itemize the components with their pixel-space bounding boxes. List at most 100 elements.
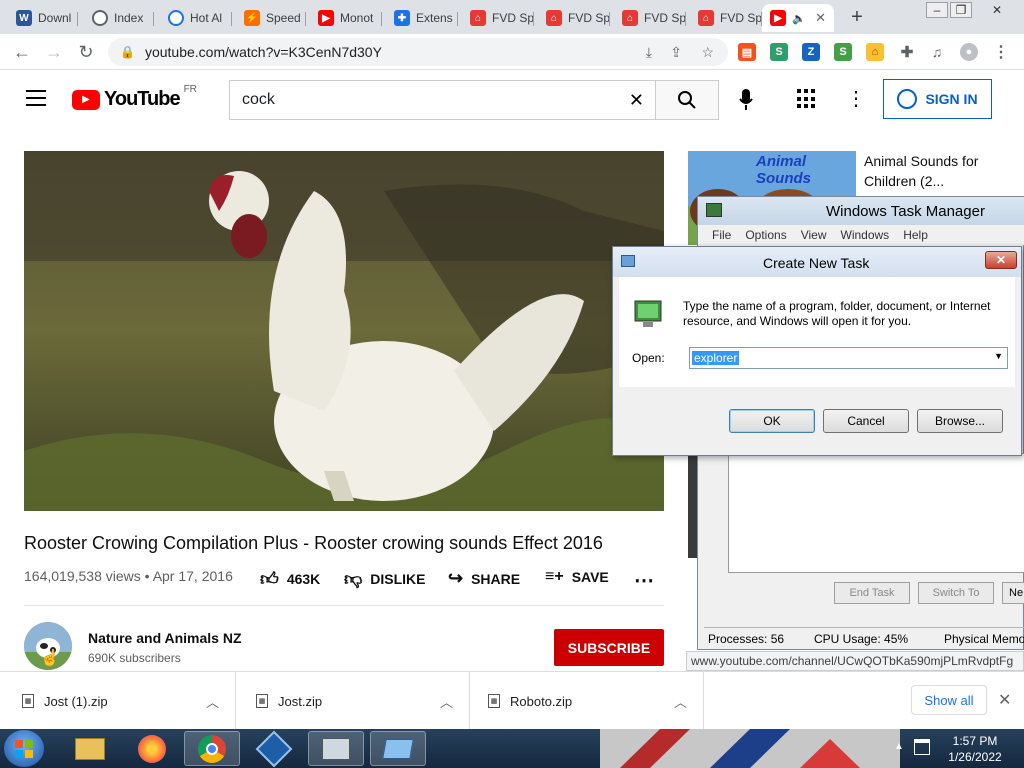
- share-button[interactable]: ↪ SHARE: [448, 568, 520, 589]
- dropdown-arrow-icon[interactable]: ▼: [994, 351, 1003, 361]
- taskbar-clock[interactable]: 1:57 PM 1/26/2022: [935, 733, 1015, 765]
- speaker-icon[interactable]: 🔈: [792, 12, 806, 25]
- dialog-close-icon[interactable]: ✕: [985, 251, 1017, 269]
- virtualbox-icon[interactable]: [246, 730, 302, 767]
- show-all-downloads-button[interactable]: Show all: [911, 685, 987, 715]
- ok-button[interactable]: OK: [729, 409, 815, 433]
- back-icon[interactable]: ←: [10, 40, 34, 64]
- youtube-logo[interactable]: ▶ YouTube FR: [72, 84, 197, 111]
- maximize-icon[interactable]: ❐: [950, 2, 972, 18]
- start-button[interactable]: [4, 730, 44, 767]
- more-options-icon[interactable]: ⋮: [846, 86, 866, 111]
- run-dialog-taskbar-icon[interactable]: [370, 731, 426, 766]
- dislike-button[interactable]: 👎︎ DISLIKE: [344, 568, 426, 590]
- minimize-icon[interactable]: –: [926, 2, 948, 18]
- tab-label: FVD Sp: [492, 11, 534, 25]
- show-hidden-icons-icon[interactable]: ▲: [894, 741, 904, 752]
- create-new-task-dialog: Create New Task ✕ Type the name of a pro…: [612, 246, 1022, 456]
- close-downloads-icon[interactable]: ✕: [998, 690, 1011, 710]
- channel-name[interactable]: Nature and Animals NZ: [88, 630, 242, 646]
- extension-icon[interactable]: Z: [802, 43, 820, 61]
- account-icon: [897, 89, 918, 109]
- clear-search-icon[interactable]: ✕: [629, 90, 644, 111]
- open-input-value[interactable]: explorer: [692, 351, 740, 365]
- chevron-up-icon[interactable]: ︿: [206, 692, 219, 711]
- extension-icon[interactable]: S: [834, 43, 852, 61]
- browser-tab[interactable]: ▶ Monot: [310, 4, 382, 32]
- extension-icon[interactable]: ▤: [738, 43, 756, 61]
- close-tab-icon[interactable]: ✕: [815, 10, 826, 26]
- menu-view[interactable]: View: [801, 228, 827, 242]
- browser-tab[interactable]: W Downl: [8, 4, 78, 32]
- profile-avatar-icon[interactable]: ●: [960, 43, 978, 61]
- save-button[interactable]: ≡+ SAVE: [545, 568, 609, 586]
- task-manager-titlebar[interactable]: Windows Task Manager: [698, 197, 1024, 225]
- extension-icon[interactable]: S: [770, 43, 788, 61]
- video-player[interactable]: [24, 151, 664, 511]
- browser-tab[interactable]: ⌂ FVD Sp: [614, 4, 686, 32]
- menu-options[interactable]: Options: [745, 228, 786, 242]
- chevron-up-icon[interactable]: ︿: [674, 692, 687, 711]
- video-title: Rooster Crowing Compilation Plus - Roost…: [24, 533, 603, 553]
- task-manager-title: Windows Task Manager: [826, 203, 985, 220]
- fvd-home-icon[interactable]: ⌂: [866, 43, 884, 61]
- chrome-icon[interactable]: [184, 731, 240, 766]
- search-button[interactable]: [655, 80, 719, 120]
- download-item[interactable]: ▦ Roboto.zip ︿: [470, 672, 704, 730]
- download-item[interactable]: ▦ Jost.zip ︿: [236, 672, 470, 730]
- tab-label: FVD Sp: [644, 11, 686, 25]
- end-task-button[interactable]: End Task: [834, 582, 910, 604]
- reload-icon[interactable]: ↻: [74, 40, 98, 64]
- switch-to-button[interactable]: Switch To: [918, 582, 994, 604]
- dialog-titlebar[interactable]: Create New Task ✕: [613, 247, 1021, 277]
- forward-icon[interactable]: →: [42, 40, 66, 64]
- open-combobox[interactable]: explorer ▼: [689, 347, 1008, 369]
- media-control-icon[interactable]: ♫: [928, 43, 946, 61]
- browser-tab[interactable]: ⌂ FVD Sp: [462, 4, 534, 32]
- network-icon[interactable]: [914, 739, 930, 755]
- hamburger-menu-icon[interactable]: [26, 90, 46, 106]
- file-explorer-icon[interactable]: [62, 731, 118, 766]
- bookmark-star-icon[interactable]: ☆: [701, 44, 714, 61]
- cancel-button[interactable]: Cancel: [823, 409, 909, 433]
- share-icon[interactable]: ⇪: [670, 44, 682, 61]
- browser-tab[interactable]: ⌂ FVD Sp: [538, 4, 610, 32]
- browser-tab[interactable]: Index: [84, 4, 154, 32]
- menu-file[interactable]: File: [712, 228, 731, 242]
- chevron-up-icon[interactable]: ︿: [440, 692, 453, 711]
- new-task-button[interactable]: Ne: [1002, 582, 1024, 604]
- tab-label: Downl: [38, 11, 72, 25]
- apps-grid-icon[interactable]: [797, 89, 817, 109]
- task-manager-taskbar-icon[interactable]: [308, 731, 364, 766]
- tab-label: FVD Sp: [568, 11, 610, 25]
- related-video-title[interactable]: Animal Sounds for Children (2...: [864, 151, 1004, 191]
- browser-tab[interactable]: ⌂ FVD Sp: [690, 4, 762, 32]
- close-window-icon[interactable]: ✕: [986, 2, 1008, 18]
- chrome-menu-icon[interactable]: ⋮: [992, 43, 1010, 61]
- browser-tab-active[interactable]: ▶ 🔈 ✕: [762, 4, 834, 32]
- download-filename: Roboto.zip: [510, 693, 573, 709]
- puzzle-icon[interactable]: ✚: [898, 43, 916, 61]
- browser-tab[interactable]: Hot Al: [160, 4, 232, 32]
- like-button[interactable]: 👍︎ 463K: [260, 568, 320, 590]
- video-meta: 164,019,538 views • Apr 17, 2016: [24, 568, 233, 584]
- globe-icon: [92, 10, 108, 26]
- subscribe-button[interactable]: SUBSCRIBE: [554, 629, 664, 666]
- download-item[interactable]: ▦ Jost (1).zip ︿: [0, 672, 236, 730]
- menu-help[interactable]: Help: [903, 228, 928, 242]
- microphone-icon[interactable]: [737, 88, 755, 112]
- browse-button[interactable]: Browse...: [917, 409, 1003, 433]
- browser-tab[interactable]: ✚ Extens: [386, 4, 458, 32]
- firefox-icon[interactable]: [124, 731, 180, 766]
- browser-tab[interactable]: ⚡ Speed: [236, 4, 306, 32]
- more-actions-icon[interactable]: ⋯: [634, 568, 654, 593]
- mouse-cursor-icon: ☝: [40, 650, 60, 667]
- open-label: Open:: [632, 351, 665, 365]
- search-input[interactable]: cock ✕: [229, 80, 656, 120]
- application-list[interactable]: [728, 453, 1024, 573]
- menu-windows[interactable]: Windows: [841, 228, 890, 242]
- install-icon[interactable]: ⤓: [646, 44, 652, 61]
- sign-in-button[interactable]: SIGN IN: [883, 79, 992, 119]
- new-tab-button[interactable]: +: [846, 6, 868, 28]
- address-bar[interactable]: 🔒 youtube.com/watch?v=K3CenN7d30Y ⤓ ⇪ ☆: [108, 38, 728, 66]
